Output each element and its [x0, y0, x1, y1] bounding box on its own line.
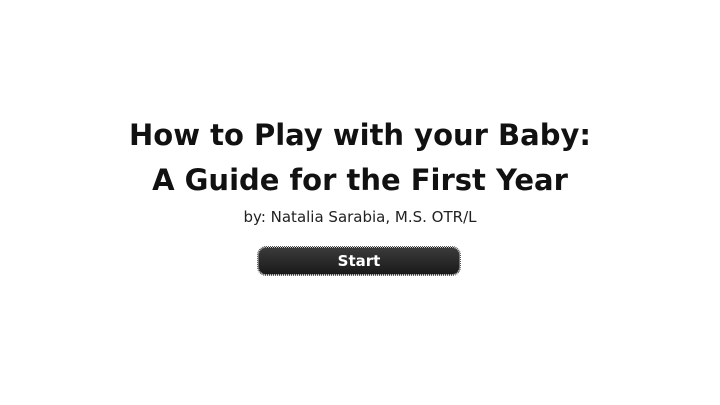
title-slide: How to Play with your Baby: A Guide for … — [0, 0, 720, 405]
author-byline: by: Natalia Sarabia, M.S. OTR/L — [243, 208, 477, 226]
start-button[interactable]: Start — [257, 246, 461, 276]
page-title-line-1: How to Play with your Baby: — [129, 118, 591, 152]
page-title-line-2: A Guide for the First Year — [152, 163, 568, 197]
